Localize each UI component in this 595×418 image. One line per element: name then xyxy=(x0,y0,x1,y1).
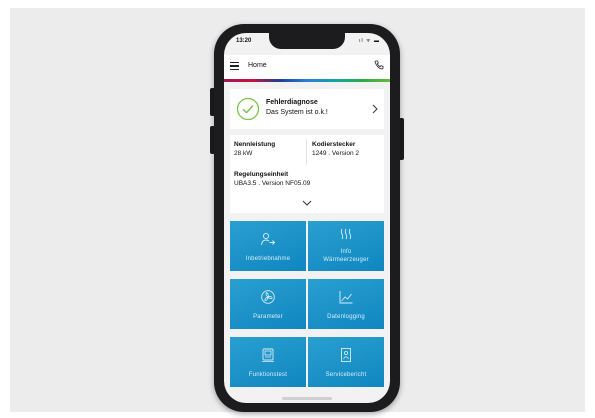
line-chart-icon xyxy=(339,291,353,304)
tile-heat-generator-info[interactable]: Info Wärmeerzeuger xyxy=(308,221,384,271)
diagnosis-title: Fehlerdiagnose xyxy=(266,99,318,106)
hamburger-menu-icon[interactable] xyxy=(230,62,239,70)
tile-commissioning-label: Inbetriebnahme xyxy=(245,256,291,262)
fault-diagnosis-card[interactable]: Fehlerdiagnose Das System ist o.k.! xyxy=(230,89,384,129)
test-device-icon xyxy=(262,348,274,362)
tile-data-logging-label: Datenlogging xyxy=(327,314,365,320)
control-unit-label: Regelungseinheit xyxy=(234,171,289,178)
app-bar: Home xyxy=(224,55,390,79)
check-circle-icon xyxy=(236,97,260,121)
tile-heat-generator-label: Wärmeerzeuger xyxy=(323,257,369,263)
rated-power-value: 28 kW xyxy=(234,150,253,157)
page-title: Home xyxy=(248,62,267,69)
phone-screen: 13:20 ıl ᯤ ▬ Home Fehlerdiagnose Das Sys… xyxy=(224,33,390,403)
status-icons: ıl ᯤ ▬ xyxy=(359,38,380,44)
tile-function-test-label: Funktionstest xyxy=(248,372,288,378)
tile-data-logging[interactable]: Datenlogging xyxy=(308,279,384,329)
info-divider xyxy=(306,139,307,165)
tile-info-label: Info xyxy=(340,249,352,255)
rated-power-label: Nennleistung xyxy=(234,141,276,148)
notch xyxy=(269,33,345,49)
chevron-right-icon xyxy=(372,104,378,114)
tile-function-test[interactable]: Funktionstest xyxy=(230,337,306,387)
home-indicator xyxy=(282,397,332,400)
diagnosis-status: Das System ist o.k.! xyxy=(266,109,328,116)
report-icon xyxy=(341,348,351,362)
tile-parameter-label: Parameter xyxy=(253,314,283,320)
tile-parameter[interactable]: Parameter xyxy=(230,279,306,329)
tile-service-report-label: Servicebericht xyxy=(325,372,367,378)
chevron-down-icon[interactable] xyxy=(302,200,312,206)
tile-commissioning[interactable]: Inbetriebnahme xyxy=(230,221,306,271)
coding-plug-label: Kodierstecker xyxy=(312,141,356,148)
control-unit-value: UBA3.5 . Version NF05.09 xyxy=(234,180,311,187)
fan-icon xyxy=(261,290,275,304)
status-time: 13:20 xyxy=(236,38,252,44)
tile-service-report[interactable]: Servicebericht xyxy=(308,337,384,387)
phone-icon[interactable] xyxy=(374,60,384,70)
brand-color-bar xyxy=(224,79,390,82)
coding-plug-value: 1249 . Version 2 xyxy=(312,150,359,157)
person-arrow-icon xyxy=(261,232,276,246)
device-info-card: Nennleistung 28 kW Kodierstecker 1249 . … xyxy=(230,135,384,213)
heat-waves-icon xyxy=(340,228,352,240)
